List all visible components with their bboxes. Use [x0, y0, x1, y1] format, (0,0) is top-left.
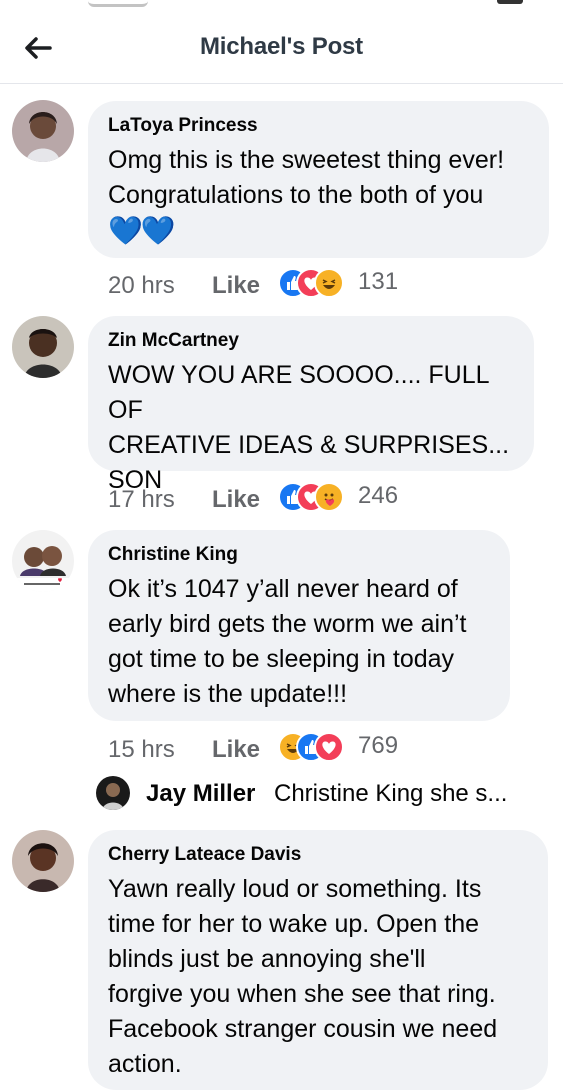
comment-text-line: action. [108, 1050, 182, 1078]
comment-text-line: CREATIVE IDEAS & SURPRISES... [108, 431, 510, 459]
blue-heart-emoji: 💙💙 [108, 215, 176, 246]
like-button[interactable]: Like [212, 272, 260, 300]
like-button[interactable]: Like [212, 486, 260, 514]
avatar[interactable] [12, 100, 74, 162]
comment-text-line: Yawn really loud or something. Its [108, 875, 482, 903]
comment-text-line: Facebook stranger cousin we need [108, 1015, 498, 1043]
reaction-count: 246 [358, 482, 399, 509]
comment-text-line: Congratulations to the both of you [108, 181, 484, 209]
comment-bubble: Christine King Ok it’s 1047 y’all never … [88, 530, 510, 721]
comment-time[interactable]: 20 hrs [108, 272, 175, 300]
care-reaction-icon [314, 482, 344, 512]
commenter-name[interactable]: Christine King [108, 544, 490, 566]
comment-text-line: got time to be sleeping in today [108, 645, 455, 673]
avatar[interactable] [96, 776, 130, 810]
status-icons [88, 0, 148, 7]
commenter-name[interactable]: Cherry Lateace Davis [108, 844, 528, 866]
comment-text-line: Ok it’s 1047 y’all never heard of [108, 575, 458, 603]
comment-bubble: Zin McCartney WOW YOU ARE SOOOO.... FULL… [88, 316, 534, 494]
avatar[interactable] [12, 530, 74, 592]
comment-text-line: where is the update!!! [108, 680, 348, 708]
status-bar [0, 0, 563, 12]
comment-text-line: forgive you when she see that ring. [108, 980, 496, 1008]
reply-author-name[interactable]: Jay Miller [146, 780, 255, 808]
reply-preview[interactable]: Jay Miller Christine King she s... [96, 774, 556, 814]
avatar[interactable] [12, 316, 74, 378]
reply-text: Christine King she s... [274, 780, 508, 807]
comment-text-line: time for her to wake up. Open the [108, 910, 480, 938]
avatar[interactable] [12, 830, 74, 892]
comment-bubble: Cherry Lateace Davis Yawn really loud or… [88, 830, 548, 1090]
comment-time[interactable]: 15 hrs [108, 736, 175, 764]
post-header: Michael's Post [0, 12, 563, 84]
comment-text-line: early bird gets the worm we ain’t [108, 610, 467, 638]
comment-text-line: WOW YOU ARE SOOOO.... FULL OF [108, 361, 489, 424]
battery-icon [497, 0, 523, 4]
like-button[interactable]: Like [212, 736, 260, 764]
comment-text-line: Omg this is the sweetest thing ever! [108, 146, 505, 174]
love-reaction-icon [314, 732, 344, 762]
reaction-count: 769 [358, 732, 399, 759]
commenter-name[interactable]: Zin McCartney [108, 330, 514, 352]
comment-time[interactable]: 17 hrs [108, 486, 175, 514]
haha-reaction-icon [314, 268, 344, 298]
page-title: Michael's Post [200, 33, 363, 60]
comment-bubble: LaToya Princess Omg this is the sweetest… [88, 101, 549, 258]
comment-text-line: blinds just be annoying she'll [108, 945, 426, 973]
reaction-count: 131 [358, 268, 399, 295]
commenter-name[interactable]: LaToya Princess [108, 115, 529, 137]
